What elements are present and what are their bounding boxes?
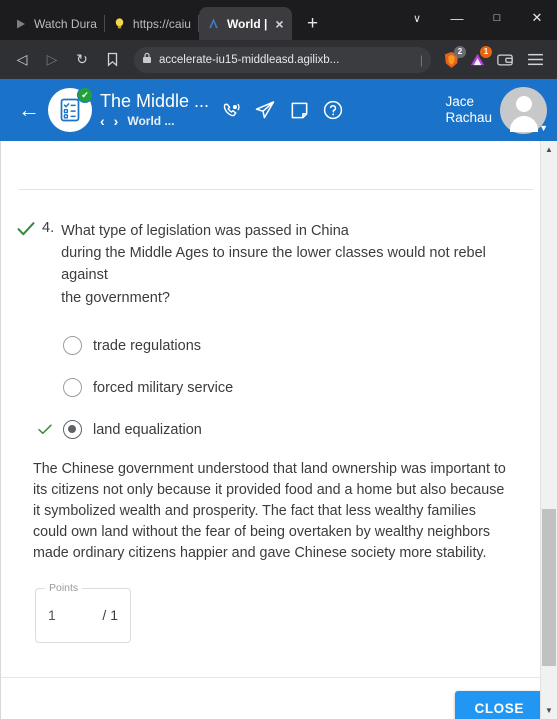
answer-choice-1[interactable]: trade regulations (38, 325, 533, 367)
breadcrumb: ‹ › World ... (100, 113, 209, 129)
window-controls: ∨ — □ ✕ (397, 0, 557, 36)
close-icon[interactable]: × (275, 17, 283, 31)
question-4: 4. What type of legislation was passed i… (1, 190, 557, 643)
next-item-icon[interactable]: › (114, 113, 119, 129)
question-correct-check-icon (17, 221, 35, 241)
user-name: Jace Rachau (445, 94, 492, 126)
points-max: / 1 (102, 607, 118, 624)
answer-choice-label: land equalization (93, 421, 202, 438)
avatar-body (509, 115, 538, 132)
completed-check-badge-icon: ✔ (77, 87, 93, 103)
radio-button[interactable] (63, 336, 82, 356)
breadcrumb-label[interactable]: World ... (127, 114, 174, 128)
reload-icon[interactable]: ↻ (68, 46, 96, 74)
help-circle-icon[interactable] (321, 98, 345, 122)
maximize-button[interactable]: □ (477, 0, 517, 36)
tab-title: World | (226, 16, 268, 31)
user-first-name: Jace (445, 94, 474, 110)
points-label: Points (45, 581, 83, 594)
content-left-rule (0, 141, 1, 719)
header-titles: The Middle ... ‹ › World ... (100, 91, 209, 129)
course-logo[interactable]: ✔ (48, 87, 93, 132)
extension-badge: 1 (480, 45, 492, 58)
answer-choices: trade regulations forced military servic… (17, 325, 533, 451)
question-line-2: during the Middle Ages to insure the low… (61, 245, 486, 284)
browser-tab-3-active[interactable]: World | × (198, 7, 292, 40)
points-field[interactable]: Points 1 / 1 (35, 581, 131, 643)
answer-choice-label: trade regulations (93, 337, 202, 354)
tab-strip: Watch Dura https://caiu World | × + ∨ — … (0, 0, 557, 40)
page-title: The Middle ... (100, 91, 210, 112)
card-actions: CLOSE (1, 678, 557, 719)
browser-tab-1[interactable]: Watch Dura (6, 7, 105, 40)
lightbulb-icon (113, 17, 127, 31)
agilix-a-icon (207, 17, 221, 31)
scroll-up-arrow-icon[interactable]: ▲ (541, 141, 557, 158)
tab-title: Watch Dura (34, 16, 97, 31)
answer-choice-2[interactable]: forced military service (38, 367, 533, 409)
note-icon[interactable] (287, 98, 311, 122)
browser-tab-2[interactable]: https://caiu (105, 7, 199, 40)
prev-item-icon[interactable]: ‹ (100, 113, 105, 129)
user-last-name: Rachau (445, 110, 492, 125)
answer-choice-label: forced military service (93, 379, 234, 396)
chevron-down-icon[interactable]: ▼ (539, 123, 548, 133)
bookmark-icon[interactable] (98, 46, 126, 74)
tab-title: https://caiu (132, 16, 191, 31)
question-line-3: the government? (61, 289, 170, 306)
extension-triangle-icon[interactable]: 1 (465, 45, 492, 72)
page-scrollbar[interactable]: ▲ ▼ (540, 141, 557, 719)
app-back-arrow-icon[interactable]: ← (10, 97, 48, 123)
question-header: 4. What type of legislation was passed i… (17, 220, 533, 309)
forward-icon[interactable]: ▷ (38, 46, 66, 74)
tab-search-chevron-icon[interactable]: ∨ (397, 0, 437, 36)
minimize-button[interactable]: — (437, 0, 477, 36)
send-paper-plane-icon[interactable] (253, 98, 277, 122)
lock-icon (142, 52, 152, 67)
user-menu[interactable]: Jace Rachau ▼ (445, 86, 548, 134)
browser-toolbar: ◁ ▷ ↻ accelerate-iu15-middleasd.agilixb.… (0, 40, 557, 79)
close-button[interactable]: CLOSE (455, 690, 543, 719)
scrollbar-thumb[interactable] (542, 509, 556, 666)
answer-choice-3-selected[interactable]: land equalization (38, 409, 533, 451)
play-icon (14, 17, 28, 31)
answer-explanation: The Chinese government understood that l… (33, 460, 506, 561)
back-icon[interactable]: ◁ (8, 46, 36, 74)
choice-correct-tick-icon (38, 423, 52, 437)
address-bar[interactable]: accelerate-iu15-middleasd.agilixb... | (134, 46, 431, 73)
quiz-card: 4. What type of legislation was passed i… (0, 189, 557, 719)
scroll-down-arrow-icon[interactable]: ▼ (541, 702, 557, 719)
points-field-wrapper: Points 1 / 1 (35, 581, 533, 643)
avatar[interactable]: ▼ (500, 86, 548, 134)
question-line-1: What type of legislation was passed in C… (61, 223, 349, 239)
address-bar-url: accelerate-iu15-middleasd.agilixb... (159, 53, 340, 66)
new-tab-button[interactable]: + (302, 14, 324, 33)
app-header: ← ✔ The Middle ... ‹ › World ... Jace Ra… (0, 79, 557, 141)
browser-window: Watch Dura https://caiu World | × + ∨ — … (0, 0, 557, 719)
radio-button[interactable] (63, 378, 82, 398)
hamburger-menu-icon[interactable] (521, 46, 549, 74)
phone-listen-icon[interactable] (219, 98, 243, 122)
points-value[interactable]: 1 (48, 607, 56, 623)
radio-button-selected[interactable] (63, 420, 82, 440)
brave-shields-icon[interactable]: 2 (439, 45, 466, 72)
address-divider: | (419, 52, 423, 67)
avatar-head (515, 95, 532, 112)
page-content: 4. What type of legislation was passed i… (0, 141, 557, 719)
question-text: What type of legislation was passed in C… (61, 220, 533, 309)
wallet-icon[interactable] (491, 46, 519, 74)
question-number: 4. (42, 220, 55, 236)
header-icon-group (219, 98, 345, 122)
window-close-button[interactable]: ✕ (517, 0, 557, 36)
